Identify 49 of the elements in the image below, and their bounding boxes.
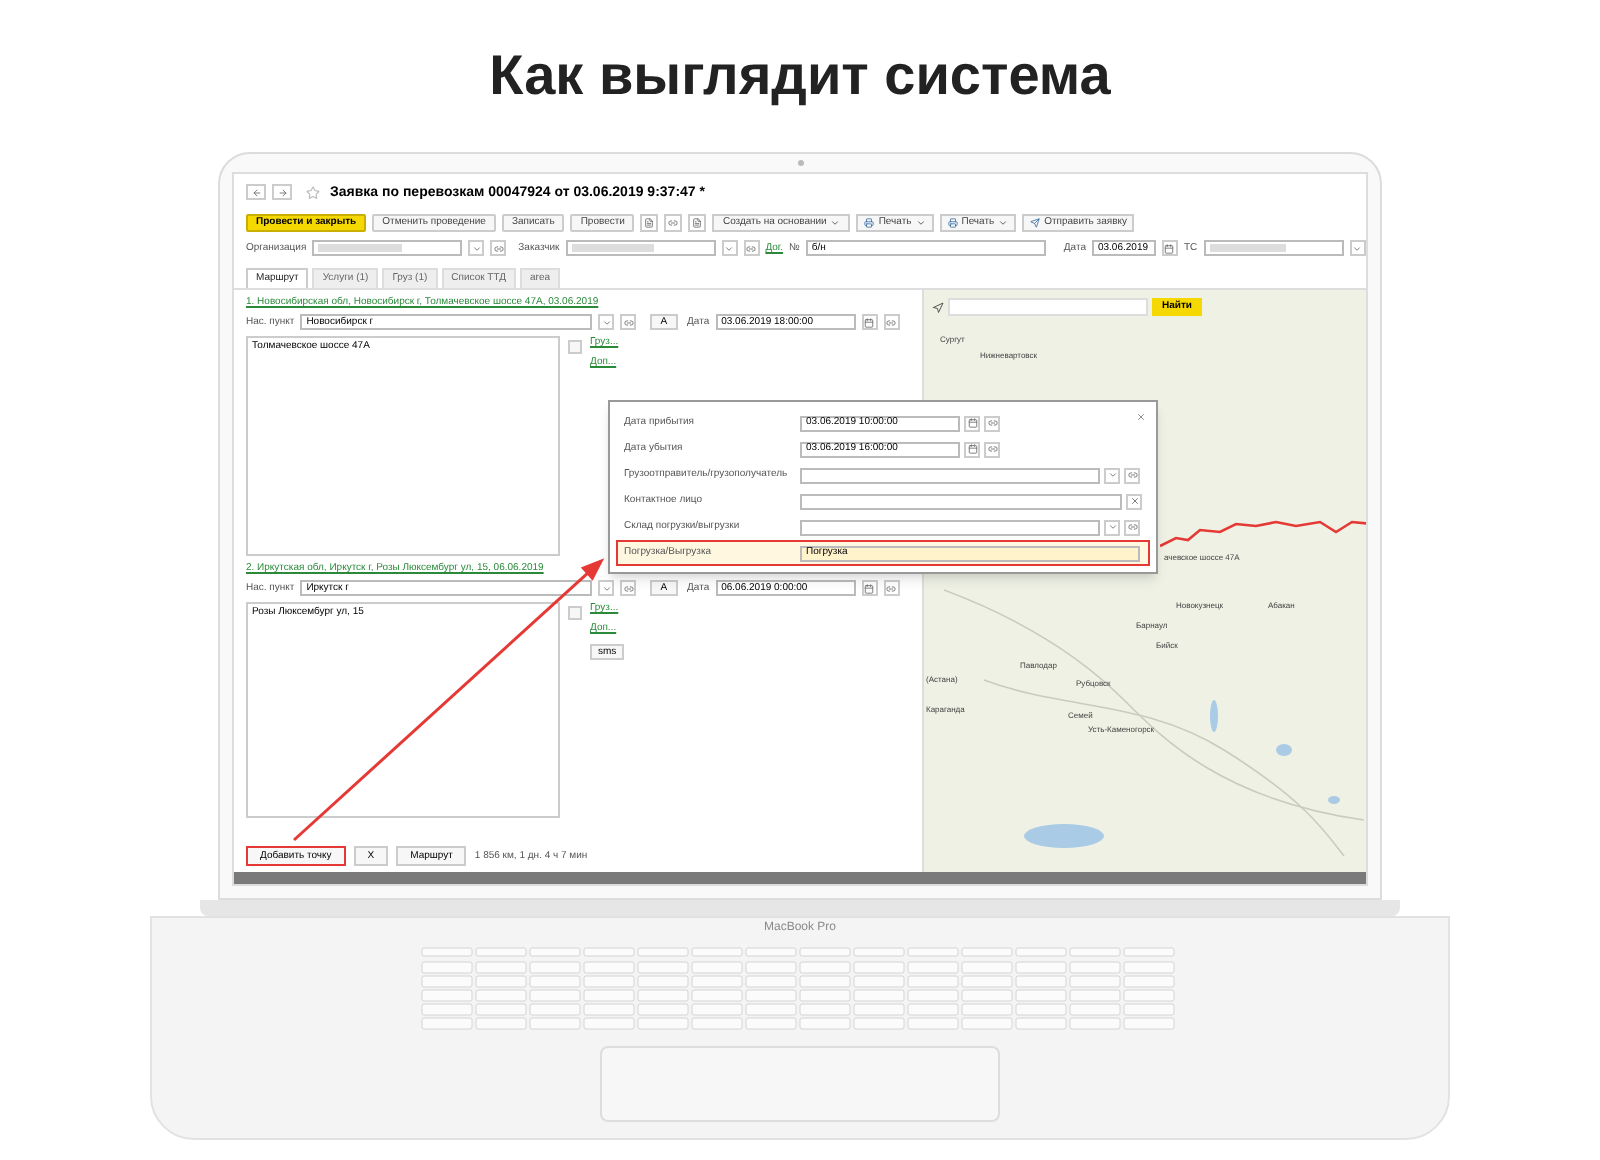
more-button[interactable] [568,340,582,354]
link-icon[interactable] [883,314,900,330]
link-icon[interactable] [1124,519,1140,535]
dropdown-icon[interactable] [721,240,738,256]
dropdown-icon[interactable] [598,314,615,330]
caret-icon [998,217,1009,227]
select-field[interactable] [800,467,1100,483]
select-field[interactable] [800,519,1100,535]
link-icon[interactable] [883,580,900,596]
vehicle-field[interactable] [1203,240,1344,256]
organization-field[interactable] [312,240,463,256]
send-icon [1030,217,1041,227]
calendar-icon[interactable] [1161,240,1178,256]
map-search-field[interactable] [948,298,1148,316]
link-icon[interactable] [1124,467,1140,483]
choice-field[interactable] [800,493,1122,509]
calendar-icon[interactable] [861,580,878,596]
link-icon[interactable] [490,240,507,256]
dropdown-icon[interactable] [468,240,485,256]
calendar-icon[interactable] [964,415,980,431]
link-icon[interactable] [984,415,1000,431]
link-icon[interactable] [620,314,637,330]
calendar-icon[interactable] [964,441,980,457]
more-button[interactable] [568,606,582,620]
back-icon[interactable] [246,184,266,200]
document-icon[interactable] [688,213,707,231]
printer-icon [864,217,875,227]
dropdown-icon[interactable] [1349,240,1366,256]
caret-icon [915,217,926,227]
printer-icon [947,217,958,227]
dropdown-icon[interactable] [598,580,615,596]
blurred-value [1209,244,1287,252]
blurred-value [571,244,655,252]
dropdown-icon[interactable] [1104,467,1120,483]
calendar-icon[interactable] [861,314,878,330]
document-icon[interactable] [640,213,659,231]
dropdown-icon[interactable] [1104,519,1120,535]
location-icon[interactable] [932,301,944,313]
page-heading: Как выглядит система [489,42,1111,110]
link-icon[interactable] [664,213,683,231]
link-icon[interactable] [984,441,1000,457]
star-icon[interactable] [306,185,320,199]
customer-field[interactable] [565,240,716,256]
link-icon[interactable] [620,580,637,596]
forward-icon[interactable] [272,184,292,200]
link-icon[interactable] [743,240,760,256]
blurred-value [318,244,402,252]
caret-icon [830,217,841,227]
camera-icon [797,160,803,166]
